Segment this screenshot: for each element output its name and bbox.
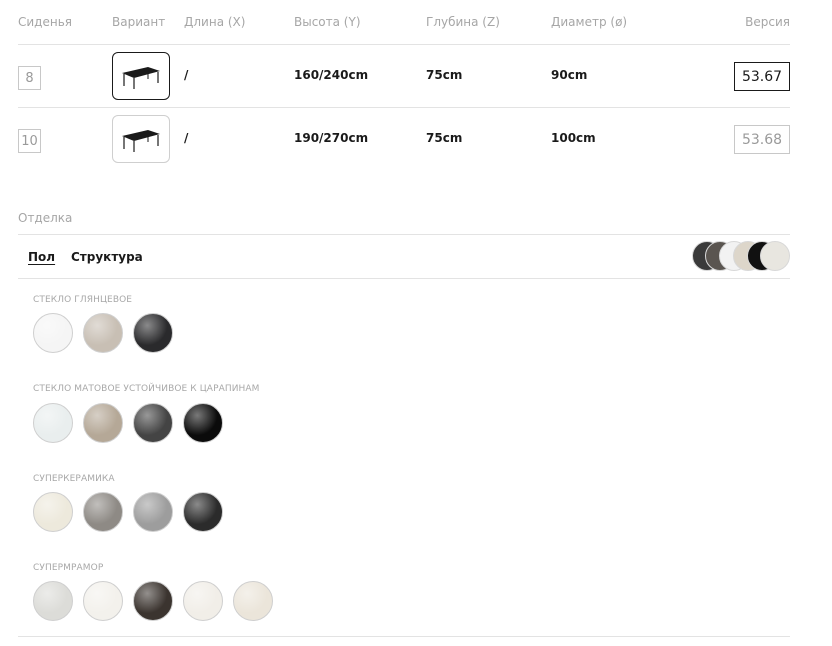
- height-value: 160/240cm: [294, 68, 369, 82]
- swatch-black-marble[interactable]: [133, 581, 173, 621]
- group-title-matt-glass: СТЕКЛО МАТОВОЕ УСТОЙЧИВОЕ К ЦАРАПИНАМ: [33, 384, 260, 394]
- header-height: Высота (Y): [294, 15, 361, 29]
- swatch-taupe-gloss[interactable]: [83, 313, 123, 353]
- height-value: 190/270cm: [294, 131, 369, 145]
- divider: [18, 107, 790, 108]
- table-icon: [122, 130, 160, 152]
- swatch-grey-marble[interactable]: [33, 581, 73, 621]
- group-title-supermarble: СУПЕРМРАМОР: [33, 563, 104, 573]
- tab-structure[interactable]: Структура: [71, 250, 143, 264]
- swatch-white-matt[interactable]: [33, 403, 73, 443]
- table-icon: [122, 67, 160, 89]
- swatch-white-gloss[interactable]: [33, 313, 73, 353]
- header-version: Версия: [745, 15, 790, 29]
- swatch-black-gloss[interactable]: [133, 313, 173, 353]
- diameter-value: 90cm: [551, 68, 588, 82]
- swatch-cream-ceramic[interactable]: [33, 492, 73, 532]
- divider: [18, 636, 790, 637]
- table-row[interactable]: 10 / 190/270cm 75cm 100cm 53.68: [0, 115, 832, 177]
- depth-value: 75cm: [426, 131, 463, 145]
- tab-floor[interactable]: Пол: [28, 250, 55, 264]
- length-value: /: [184, 131, 189, 145]
- finish-preview: [692, 241, 790, 271]
- swatch-calacatta-marble[interactable]: [183, 581, 223, 621]
- swatch-grey-ceramic[interactable]: [83, 492, 123, 532]
- header-diameter: Диаметр (ø): [551, 15, 628, 29]
- finish-preview-swatch: [760, 241, 790, 271]
- group-title-superceramic: СУПЕРКЕРАМИКА: [33, 474, 115, 484]
- divider: [18, 234, 790, 235]
- header-variant: Вариант: [112, 15, 166, 29]
- length-value: /: [184, 68, 189, 82]
- version-button[interactable]: 53.68: [734, 125, 790, 154]
- divider: [18, 44, 790, 45]
- header-depth: Глубина (Z): [426, 15, 500, 29]
- header-seats: Сиденья: [18, 15, 72, 29]
- divider: [18, 278, 790, 279]
- table-row[interactable]: 8 / 160/240cm 75cm 90cm 53.67: [0, 52, 832, 114]
- group-title-gloss-glass: СТЕКЛО ГЛЯНЦЕВОЕ: [33, 295, 133, 305]
- swatch-taupe-matt[interactable]: [83, 403, 123, 443]
- header-length: Длина (X): [184, 15, 246, 29]
- version-button[interactable]: 53.67: [734, 62, 790, 91]
- swatch-cream-marble[interactable]: [233, 581, 273, 621]
- seats-badge: 8: [18, 66, 41, 90]
- variant-thumbnail[interactable]: [112, 52, 170, 100]
- diameter-value: 100cm: [551, 131, 596, 145]
- swatch-anthracite-matt[interactable]: [133, 403, 173, 443]
- variant-thumbnail[interactable]: [112, 115, 170, 163]
- swatch-white-marble[interactable]: [83, 581, 123, 621]
- finish-title: Отделка: [18, 211, 73, 225]
- depth-value: 75cm: [426, 68, 463, 82]
- swatch-black-matt[interactable]: [183, 403, 223, 443]
- swatch-dark-ceramic[interactable]: [183, 492, 223, 532]
- swatch-concrete-ceramic[interactable]: [133, 492, 173, 532]
- seats-badge: 10: [18, 129, 41, 153]
